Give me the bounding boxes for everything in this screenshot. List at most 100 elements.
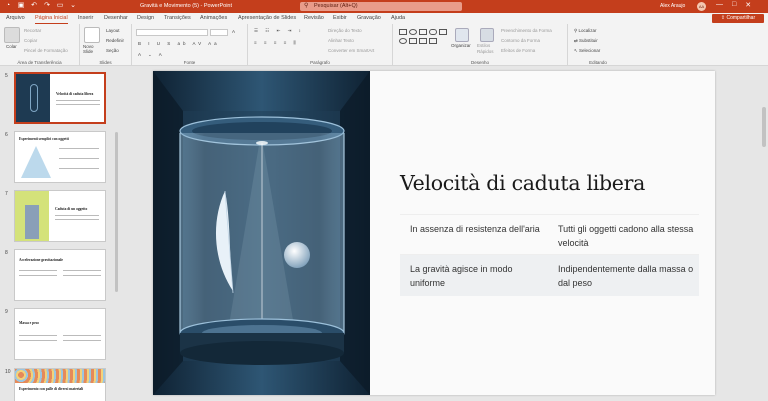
shape-line-icon[interactable] — [419, 29, 427, 35]
table-cell[interactable]: Tutti gli oggetti cadono alla stessa vel… — [558, 222, 698, 250]
thumbnail-slide-6[interactable]: Esperimenti semplici con oggetti — [14, 131, 106, 183]
tab-pagina-inicial[interactable]: Página Inicial — [35, 15, 68, 24]
font-format-buttons[interactable]: B I U S ab AV Aa — [138, 41, 220, 46]
tab-apresentacao[interactable]: Apresentação de Slides — [238, 15, 296, 21]
text-direction-button[interactable]: Direção do Texto — [328, 28, 362, 33]
search-box[interactable]: ⚲ Pesquisar (Alt+Q) — [300, 2, 462, 11]
shape-arrow-icon[interactable] — [419, 38, 427, 44]
shape-outline-button[interactable]: Contorno da Forma — [501, 38, 540, 43]
quick-styles-button[interactable]: Estilos Rápidos — [477, 43, 499, 55]
close-button[interactable]: ✕ — [745, 1, 751, 9]
find-button[interactable]: ⚲ Localizar — [574, 28, 597, 34]
thumb-title: Esperimento con palle di diversi materia… — [19, 387, 84, 391]
thumbnails-scroll-thumb[interactable] — [115, 132, 118, 292]
align-buttons[interactable]: ≡ ≡ ≡ ≡ ⫼ — [254, 40, 299, 45]
slide-title[interactable]: Velocità di caduta libera — [400, 171, 645, 195]
thumb-line — [56, 100, 100, 101]
window-controls: — □ ✕ — [716, 1, 751, 9]
thumb-building — [25, 205, 39, 239]
shape-fill-button[interactable]: Preenchimento da Forma — [501, 28, 552, 33]
slide-canvas[interactable]: Velocità di caduta libera In assenza di … — [153, 71, 715, 395]
shape-oval-icon[interactable] — [409, 29, 417, 35]
editing-group: ⚲ Localizar ⇄ Substituir ↖ Selecionar Ed… — [568, 24, 628, 66]
share-button[interactable]: ⇪ Compartilhar — [712, 14, 764, 23]
cut-button[interactable]: Recortar — [24, 28, 41, 33]
list-buttons[interactable]: ☰ ☷ ⇤ ⇥ ↕ — [254, 28, 304, 34]
thumb-line — [19, 340, 57, 341]
shape-rounded-icon[interactable] — [429, 29, 437, 35]
increase-font-icon[interactable]: A — [232, 29, 235, 34]
tab-ajuda[interactable]: Ajuda — [391, 15, 405, 21]
search-icon: ⚲ — [304, 3, 309, 9]
shape-more-icon[interactable] — [439, 29, 447, 35]
undo-icon[interactable]: ↶ — [30, 2, 38, 10]
arrange-icon[interactable] — [455, 28, 469, 42]
tab-animacoes[interactable]: Animações — [200, 15, 227, 21]
font-group: A B I U S ab AV Aa A ⌄ A Fonte — [132, 24, 248, 66]
tab-exibir[interactable]: Exibir — [333, 15, 347, 21]
tab-revisao[interactable]: Revisão — [304, 15, 324, 21]
table-cell[interactable]: Indipendentemente dalla massa o dal peso — [558, 262, 698, 290]
editing-group-label: Editando — [589, 60, 607, 65]
new-slide-button[interactable]: Novo Slide — [83, 44, 101, 54]
font-group-label: Fonte — [183, 60, 196, 65]
thumbnail-slide-8[interactable]: Accelerazione gravitazionale — [14, 249, 106, 301]
quick-access-toolbar: ◔ ▣ ↶ ↷ ▭ ⌄ — [4, 2, 77, 10]
shape-rect-icon[interactable] — [399, 29, 407, 35]
font-size-field[interactable] — [210, 29, 228, 36]
find-label: Localizar — [578, 28, 597, 33]
clipboard-group: Colar Recortar Copiar Pincel de Formataç… — [0, 24, 80, 66]
thumbnail-slide-5[interactable]: Velocità di caduta libera — [14, 72, 106, 124]
tab-inserir[interactable]: Inserir — [78, 15, 93, 21]
font-color-buttons[interactable]: A ⌄ A — [138, 52, 165, 58]
format-painter-button[interactable]: Pincel de Formatação — [24, 48, 68, 53]
thumb-number: 9 — [5, 309, 8, 315]
content-table[interactable]: In assenza di resistenza dell'aria Tutti… — [400, 214, 699, 296]
tab-design[interactable]: Design — [137, 15, 154, 21]
paste-icon[interactable] — [4, 27, 20, 43]
tab-arquivo[interactable]: Arquivo — [6, 15, 25, 21]
shape-triangle-icon[interactable] — [409, 38, 417, 44]
shape-effects-button[interactable]: Efeitos de Forma — [501, 48, 535, 53]
clipboard-group-label: Área de Transferência — [17, 60, 62, 65]
new-slide-icon[interactable] — [84, 27, 100, 43]
font-name-field[interactable] — [136, 29, 208, 36]
shape-star-icon[interactable] — [429, 38, 437, 44]
smartart-button[interactable]: Converter em SmartArt — [328, 48, 374, 53]
tab-gravacao[interactable]: Gravação — [357, 15, 381, 21]
thumbnail-slide-9[interactable]: Massa e peso — [14, 308, 106, 360]
section-button[interactable]: Seção — [106, 48, 119, 53]
paste-button[interactable]: Colar — [6, 44, 17, 49]
align-text-button[interactable]: Alinhar Texto — [328, 38, 354, 43]
save-icon[interactable]: ▣ — [17, 2, 25, 10]
slide-thumbnails-pane: 5 Velocità di caduta libera 6 Esperiment… — [0, 67, 122, 401]
tab-desenhar[interactable]: Desenhar — [104, 15, 128, 21]
user-name[interactable]: Alex Araujo — [660, 3, 685, 9]
editor-scrollbar[interactable] — [762, 71, 767, 401]
editor-scroll-thumb[interactable] — [762, 107, 766, 147]
customize-icon[interactable]: ⌄ — [69, 2, 77, 10]
replace-button[interactable]: ⇄ Substituir — [574, 38, 598, 44]
present-icon[interactable]: ▭ — [56, 2, 64, 10]
table-cell[interactable]: In assenza di resistenza dell'aria — [410, 222, 550, 236]
thumbnail-slide-7[interactable]: Caduta di un oggetto — [14, 190, 106, 242]
redo-icon[interactable]: ↷ — [43, 2, 51, 10]
avatar[interactable]: AA — [697, 2, 706, 11]
shape-circle-icon[interactable] — [399, 38, 407, 44]
autosave-icon[interactable]: ◔ — [4, 2, 12, 10]
thumb-line — [63, 275, 101, 276]
table-cell[interactable]: La gravità agisce in modo uniforme — [410, 262, 550, 290]
layout-button[interactable]: Layout — [106, 28, 120, 33]
quick-styles-icon[interactable] — [480, 28, 494, 42]
thumb-title: Velocità di caduta libera — [56, 92, 94, 96]
thumbnail-slide-10[interactable]: Esperimento con palle di diversi materia… — [14, 368, 106, 401]
maximize-button[interactable]: □ — [732, 1, 736, 9]
tab-transicoes[interactable]: Transições — [164, 15, 191, 21]
thumb-number: 5 — [5, 73, 8, 79]
copy-button[interactable]: Copiar — [24, 38, 37, 43]
reset-button[interactable]: Redefinir — [106, 38, 124, 43]
select-button[interactable]: ↖ Selecionar — [574, 48, 600, 54]
thumbnails-scrollbar[interactable] — [114, 72, 119, 398]
arrange-button[interactable]: Organizar — [451, 43, 471, 48]
minimize-button[interactable]: — — [716, 1, 723, 9]
